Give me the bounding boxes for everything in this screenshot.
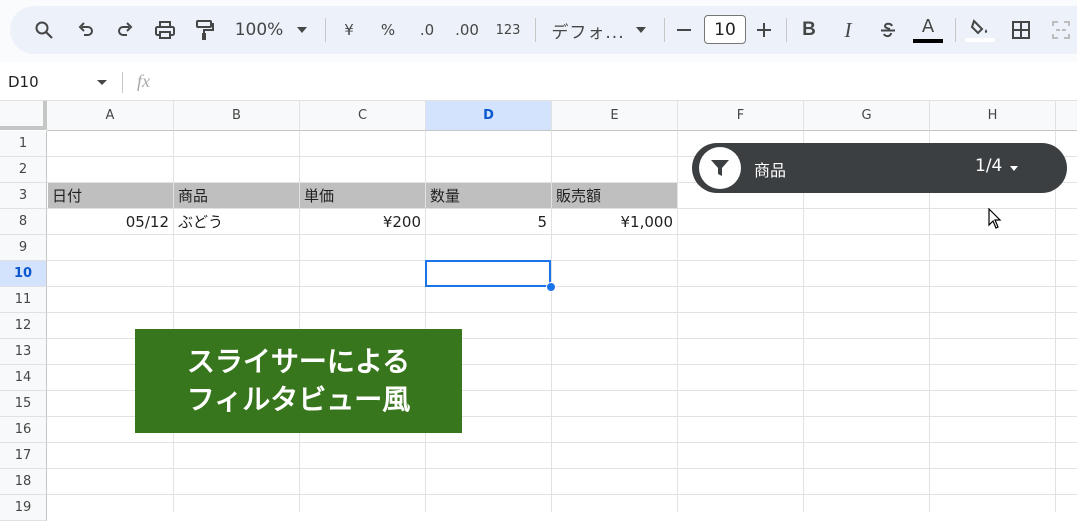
toolbar-separator <box>955 18 956 42</box>
paint-format-icon[interactable] <box>190 6 218 54</box>
bold-icon[interactable]: B <box>796 6 822 54</box>
row-header-19[interactable]: 19 <box>0 495 47 521</box>
search-icon[interactable] <box>30 6 58 54</box>
active-cell-d10[interactable] <box>425 260 551 287</box>
row-header-18[interactable]: 18 <box>0 469 47 495</box>
redo-icon[interactable] <box>111 6 139 54</box>
fill-handle[interactable] <box>546 282 556 292</box>
borders-icon[interactable] <box>1007 6 1035 54</box>
row-header-8[interactable]: 8 <box>0 209 47 235</box>
cell-c8[interactable]: ¥200 <box>300 209 425 234</box>
cell-e8[interactable]: ¥1,000 <box>552 209 677 234</box>
row-line <box>47 312 1077 313</box>
toolbar-separator <box>325 18 326 42</box>
text-color-label: A <box>921 15 935 37</box>
slicer-count[interactable]: 1/4 <box>975 156 1002 176</box>
col-header-f[interactable]: F <box>678 101 804 131</box>
increase-decimal-icon[interactable]: .00 <box>452 6 482 54</box>
fill-color-icon[interactable] <box>964 6 996 54</box>
cell-c3[interactable]: 単価 <box>300 183 425 208</box>
cell-d8[interactable]: 5 <box>426 209 551 234</box>
formula-separator <box>122 72 123 93</box>
col-header-b[interactable]: B <box>174 101 300 131</box>
name-box-caret-icon[interactable] <box>97 80 107 85</box>
text-color-icon[interactable]: A <box>912 6 944 54</box>
row-header-16[interactable]: 16 <box>0 417 47 443</box>
col-line <box>677 131 678 512</box>
decrease-decimal-icon[interactable]: .0 <box>412 6 442 54</box>
slicer-title: 商品 <box>754 161 787 180</box>
filter-icon[interactable] <box>699 147 741 189</box>
row-header-9[interactable]: 9 <box>0 235 47 261</box>
cell-d3[interactable]: 数量 <box>426 183 551 208</box>
row-header-13[interactable]: 13 <box>0 339 47 365</box>
zoom-caret-icon[interactable] <box>294 6 310 54</box>
row-line <box>47 286 1077 287</box>
row-header-12[interactable]: 12 <box>0 313 47 339</box>
slicer-caret-icon[interactable] <box>1010 166 1018 171</box>
minus-icon[interactable] <box>672 6 696 54</box>
row-line <box>47 468 1077 469</box>
print-icon[interactable] <box>151 6 179 54</box>
col-header-i[interactable] <box>1056 101 1077 131</box>
row-line <box>47 494 1077 495</box>
font-caret-icon[interactable] <box>633 6 649 54</box>
row-header-14[interactable]: 14 <box>0 365 47 391</box>
slicer[interactable]: 商品 1/4 <box>692 143 1067 193</box>
toolbar-separator <box>664 18 665 42</box>
number-format-button[interactable]: 123 <box>493 6 523 54</box>
italic-icon[interactable]: I <box>835 6 861 54</box>
row-line <box>47 260 1077 261</box>
col-header-e[interactable]: E <box>552 101 678 131</box>
cell-b3[interactable]: 商品 <box>174 183 299 208</box>
cell-a3[interactable]: 日付 <box>48 183 173 208</box>
banner-line-2: フィルタビュー風 <box>186 383 411 416</box>
row-header-2[interactable]: 2 <box>0 157 47 183</box>
fx-icon: fx <box>137 71 150 91</box>
fill-color-bar <box>965 37 995 42</box>
name-box[interactable]: D10 <box>8 73 39 91</box>
title-banner: スライサーによる フィルタビュー風 <box>135 329 462 433</box>
mouse-cursor-icon <box>988 207 1002 234</box>
col-header-g[interactable]: G <box>804 101 930 131</box>
col-header-h[interactable]: H <box>930 101 1056 131</box>
decrease-decimal-label: .0 <box>419 21 435 39</box>
row-line <box>47 234 1077 235</box>
row-header-1[interactable]: 1 <box>0 131 47 157</box>
font-select[interactable]: デフォ... <box>549 6 627 54</box>
plus-icon[interactable] <box>752 6 776 54</box>
cell-a8[interactable]: 05/12 <box>48 209 173 234</box>
toolbar: 100% ¥ % .0 .00 123 デフォ... 10 B I A <box>0 0 1077 62</box>
col-header-c[interactable]: C <box>300 101 426 131</box>
select-all-corner[interactable] <box>0 101 47 130</box>
percent-icon[interactable]: % <box>374 6 402 54</box>
toolbar-separator <box>535 18 536 42</box>
col-header-a[interactable]: A <box>47 101 174 131</box>
row-header-10[interactable]: 10 <box>0 261 47 287</box>
col-header-d[interactable]: D <box>426 101 552 131</box>
formula-bar: D10 fx <box>0 64 1077 101</box>
font-size-input[interactable]: 10 <box>704 15 746 44</box>
row-line <box>47 442 1077 443</box>
toolbar-separator <box>786 18 787 42</box>
merge-icon[interactable] <box>1047 6 1075 54</box>
row-header-17[interactable]: 17 <box>0 443 47 469</box>
yen-icon[interactable]: ¥ <box>335 6 363 54</box>
zoom-value[interactable]: 100% <box>232 6 286 54</box>
strikethrough-icon[interactable] <box>874 6 902 54</box>
text-color-bar <box>913 38 943 43</box>
banner-line-1: スライサーによる <box>186 345 411 378</box>
increase-decimal-label: .00 <box>455 21 479 39</box>
row-header-11[interactable]: 11 <box>0 287 47 313</box>
undo-icon[interactable] <box>72 6 100 54</box>
cell-b8[interactable]: ぶどう <box>174 209 299 234</box>
row-header-3[interactable]: 3 <box>0 183 47 209</box>
cell-e3[interactable]: 販売額 <box>552 183 677 208</box>
row-header-15[interactable]: 15 <box>0 391 47 417</box>
